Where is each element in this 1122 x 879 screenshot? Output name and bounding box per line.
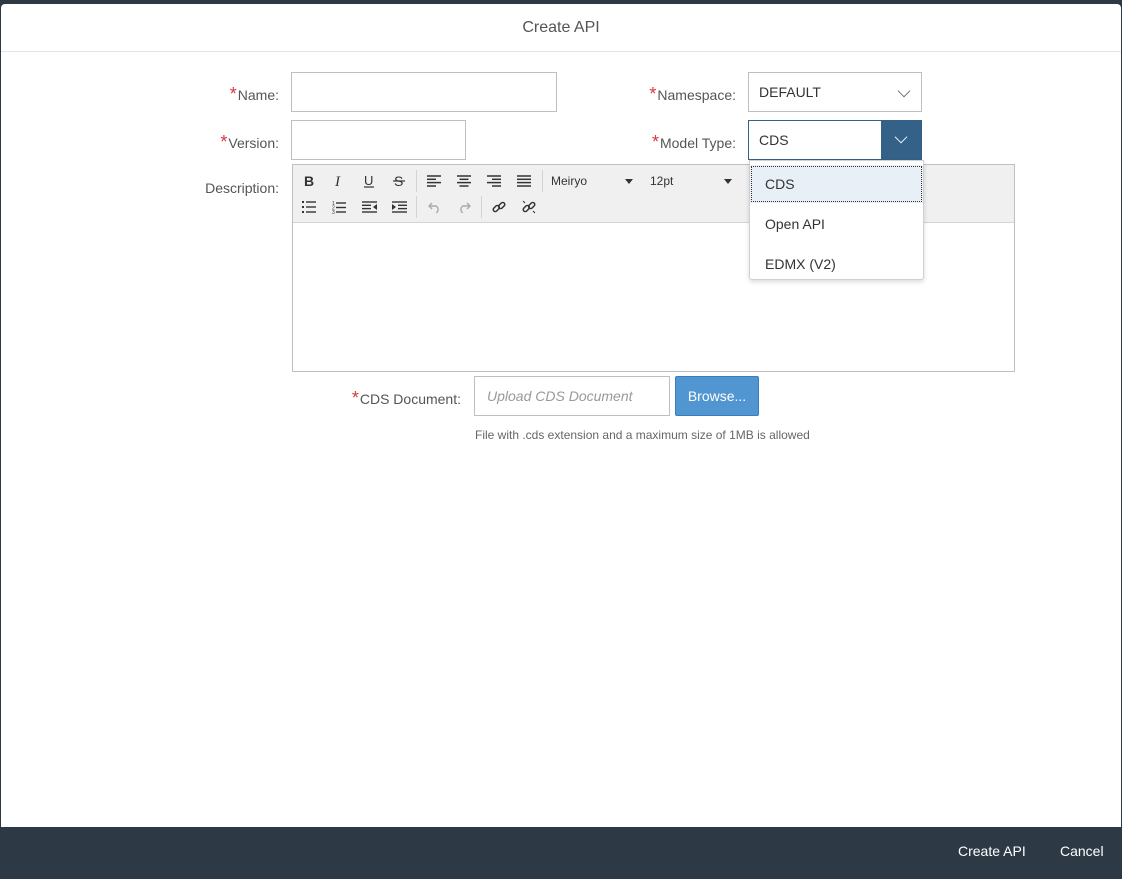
namespace-value: DEFAULT bbox=[759, 84, 821, 100]
svg-text:U: U bbox=[364, 174, 373, 188]
chevron-down-icon bbox=[897, 84, 911, 98]
italic-icon[interactable]: I bbox=[328, 171, 350, 191]
align-left-icon[interactable] bbox=[423, 171, 445, 191]
cds-document-label: *CDS Document: bbox=[351, 388, 461, 408]
toolbar-divider bbox=[416, 196, 417, 218]
dialog-footer: Create API Cancel bbox=[0, 827, 1122, 876]
link-icon[interactable] bbox=[488, 197, 510, 217]
svg-text:3: 3 bbox=[332, 210, 335, 214]
font-family-select[interactable]: Meiryo bbox=[551, 173, 635, 189]
svg-text:B: B bbox=[304, 174, 314, 188]
caret-down-icon bbox=[625, 179, 633, 184]
font-size-value: 12pt bbox=[650, 174, 674, 188]
version-label: *Version: bbox=[220, 132, 279, 152]
description-label: Description: bbox=[205, 180, 279, 196]
strikethrough-icon[interactable]: S bbox=[388, 171, 410, 191]
unlink-icon[interactable] bbox=[518, 197, 540, 217]
bold-icon[interactable]: B bbox=[298, 171, 320, 191]
cds-document-placeholder: Upload CDS Document bbox=[487, 388, 633, 404]
indent-icon[interactable] bbox=[388, 197, 410, 217]
model-type-option-cds[interactable]: CDS bbox=[750, 165, 923, 203]
browse-button[interactable]: Browse... bbox=[675, 376, 759, 416]
required-marker: * bbox=[351, 388, 359, 408]
toolbar-divider bbox=[542, 170, 543, 192]
version-input[interactable] bbox=[291, 120, 466, 160]
model-type-dropdown-button[interactable] bbox=[881, 121, 921, 159]
model-type-label: *Model Type: bbox=[651, 132, 736, 152]
model-type-select[interactable]: CDS bbox=[748, 120, 922, 160]
bullet-list-icon[interactable] bbox=[298, 197, 320, 217]
name-label: *Name: bbox=[229, 84, 279, 104]
model-type-dropdown-list: CDS Open API EDMX (V2) bbox=[749, 160, 924, 280]
model-type-value: CDS bbox=[759, 132, 789, 148]
required-marker: * bbox=[649, 84, 657, 104]
cancel-button[interactable]: Cancel bbox=[1060, 827, 1104, 876]
name-input[interactable] bbox=[291, 72, 557, 112]
dialog-title: Create API bbox=[1, 4, 1121, 52]
toolbar-divider bbox=[416, 170, 417, 192]
toolbar-divider bbox=[481, 196, 482, 218]
numbered-list-icon[interactable]: 123 bbox=[328, 197, 350, 217]
redo-icon[interactable] bbox=[453, 197, 475, 217]
undo-icon[interactable] bbox=[423, 197, 445, 217]
model-type-option-open-api[interactable]: Open API bbox=[750, 205, 923, 243]
underline-icon[interactable]: U bbox=[358, 171, 380, 191]
outdent-icon[interactable] bbox=[358, 197, 380, 217]
font-size-select[interactable]: 12pt bbox=[650, 173, 734, 189]
required-marker: * bbox=[220, 132, 228, 152]
align-center-icon[interactable] bbox=[453, 171, 475, 191]
namespace-label: *Namespace: bbox=[649, 84, 736, 104]
cds-document-input[interactable]: Upload CDS Document bbox=[474, 376, 670, 416]
caret-down-icon bbox=[724, 179, 732, 184]
svg-text:I: I bbox=[334, 174, 341, 188]
namespace-select[interactable]: DEFAULT bbox=[748, 72, 922, 112]
align-right-icon[interactable] bbox=[483, 171, 505, 191]
required-marker: * bbox=[651, 132, 659, 152]
align-justify-icon[interactable] bbox=[513, 171, 535, 191]
model-type-option-edmx-v2[interactable]: EDMX (V2) bbox=[750, 245, 923, 283]
create-api-dialog: Create API *Name: *Namespace: DEFAULT *V… bbox=[1, 4, 1121, 827]
font-family-value: Meiryo bbox=[551, 174, 588, 188]
cds-document-hint: File with .cds extension and a maximum s… bbox=[475, 428, 810, 442]
create-api-button[interactable]: Create API bbox=[958, 827, 1026, 876]
chevron-down-icon bbox=[894, 130, 908, 144]
required-marker: * bbox=[229, 84, 237, 104]
